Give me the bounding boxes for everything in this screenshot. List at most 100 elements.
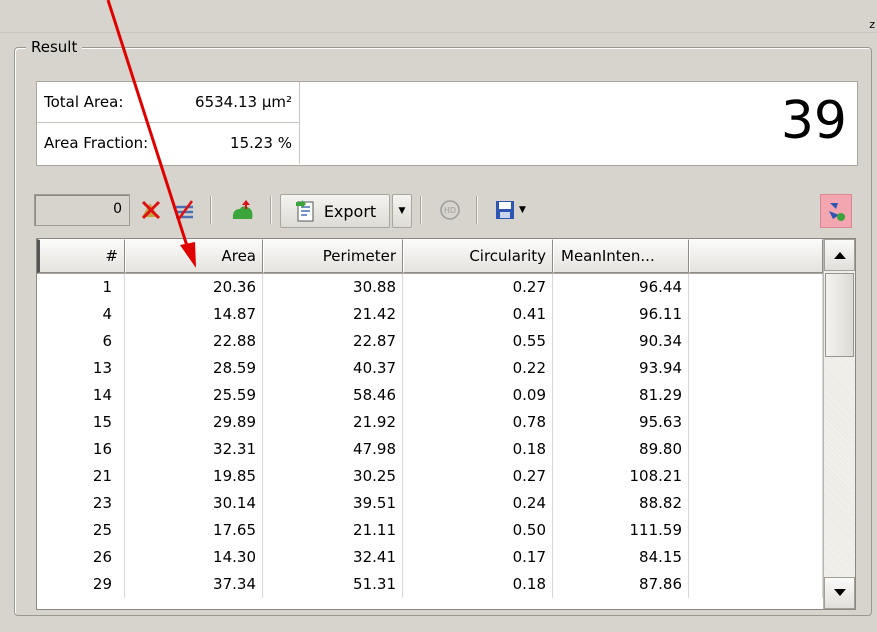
- mean-intensity-cell: 96.44: [553, 274, 689, 301]
- summary-box: Total Area: 6534.13 µm² Area Fraction: 1…: [36, 81, 858, 166]
- column-header-mean-intensity[interactable]: MeanInten...: [553, 239, 689, 273]
- circularity-cell: 0.22: [403, 355, 553, 382]
- circularity-cell: 0.18: [403, 436, 553, 463]
- svg-text:HD: HD: [444, 206, 456, 215]
- chevron-up-icon: [833, 252, 846, 259]
- index-cell: 15: [37, 409, 125, 436]
- perimeter-cell: 21.11: [263, 517, 403, 544]
- area-cell: 20.36: [125, 274, 263, 301]
- column-header-empty[interactable]: [689, 239, 823, 273]
- selection-counter: 0: [34, 194, 130, 226]
- table-row[interactable]: 21 19.85 30.25 0.27 108.21: [37, 463, 823, 490]
- hd-icon: HD: [440, 200, 460, 220]
- circularity-cell: 0.24: [403, 490, 553, 517]
- index-cell: 25: [37, 517, 125, 544]
- delete-selected-button[interactable]: [134, 194, 168, 226]
- circularity-cell: 0.78: [403, 409, 553, 436]
- index-cell: 14: [37, 382, 125, 409]
- scroll-up-button[interactable]: [824, 239, 855, 271]
- empty-cell: [689, 301, 823, 328]
- index-cell: 21: [37, 463, 125, 490]
- group-label: Result: [26, 38, 83, 56]
- export-button[interactable]: Export: [280, 194, 390, 228]
- circularity-cell: 0.55: [403, 328, 553, 355]
- export-icon: [295, 200, 314, 222]
- toolbar-separator: [476, 196, 478, 224]
- chevron-down-icon: ▼: [398, 206, 406, 216]
- table-row[interactable]: 15 29.89 21.92 0.78 95.63: [37, 409, 823, 436]
- table-row[interactable]: 26 14.30 32.41 0.17 84.15: [37, 544, 823, 571]
- scroll-down-button[interactable]: [824, 577, 855, 609]
- index-cell: 4: [37, 301, 125, 328]
- table-row[interactable]: 1 20.36 30.88 0.27 96.44: [37, 274, 823, 301]
- delete-all-icon: [176, 200, 194, 221]
- mean-intensity-cell: 95.63: [553, 409, 689, 436]
- circularity-cell: 0.17: [403, 544, 553, 571]
- table-row[interactable]: 25 17.65 21.11 0.50 111.59: [37, 517, 823, 544]
- total-area-value: 6534.13 µm²: [195, 93, 292, 111]
- export-dropdown-button[interactable]: ▼: [392, 194, 412, 228]
- circularity-cell: 0.41: [403, 301, 553, 328]
- chevron-down-icon: ▼: [519, 205, 526, 215]
- area-cell: 28.59: [125, 355, 263, 382]
- scroll-thumb[interactable]: [825, 273, 854, 357]
- toolbar-separator: [420, 196, 422, 224]
- vertical-scrollbar[interactable]: [823, 239, 855, 609]
- empty-cell: [689, 382, 823, 409]
- perimeter-cell: 30.25: [263, 463, 403, 490]
- column-header-perimeter[interactable]: Perimeter: [263, 239, 403, 273]
- empty-cell: [689, 409, 823, 436]
- toolbar-separator: [270, 196, 272, 224]
- save-button[interactable]: ▼: [486, 194, 534, 226]
- perimeter-cell: 22.87: [263, 328, 403, 355]
- area-cell: 22.88: [125, 328, 263, 355]
- empty-cell: [689, 517, 823, 544]
- table-row[interactable]: 14 25.59 58.46 0.09 81.29: [37, 382, 823, 409]
- table-row[interactable]: 16 32.31 47.98 0.18 89.80: [37, 436, 823, 463]
- delete-all-button[interactable]: [170, 194, 200, 226]
- empty-cell: [689, 328, 823, 355]
- selection-counter-value: 0: [113, 201, 122, 217]
- table-row[interactable]: 6 22.88 22.87 0.55 90.34: [37, 328, 823, 355]
- table-row[interactable]: 23 30.14 39.51 0.24 88.82: [37, 490, 823, 517]
- mean-intensity-cell: 84.15: [553, 544, 689, 571]
- results-table[interactable]: # Area Perimeter Circularity MeanInten..…: [36, 238, 856, 610]
- table-row[interactable]: 13 28.59 40.37 0.22 93.94: [37, 355, 823, 382]
- column-header-circularity[interactable]: Circularity: [403, 239, 553, 273]
- circularity-cell: 0.18: [403, 571, 553, 598]
- area-cell: 37.34: [125, 571, 263, 598]
- area-fraction-row: Area Fraction: 15.23 %: [37, 123, 300, 164]
- circularity-cell: 0.50: [403, 517, 553, 544]
- area-cell: 14.87: [125, 301, 263, 328]
- perimeter-cell: 32.41: [263, 544, 403, 571]
- mean-intensity-cell: 89.80: [553, 436, 689, 463]
- mean-intensity-cell: 96.11: [553, 301, 689, 328]
- table-row[interactable]: 29 37.34 51.31 0.18 87.86: [37, 571, 823, 598]
- area-cell: 29.89: [125, 409, 263, 436]
- export-label: Export: [323, 201, 377, 221]
- mean-intensity-cell: 90.34: [553, 328, 689, 355]
- column-header-area[interactable]: Area: [125, 239, 263, 273]
- add-button[interactable]: [226, 194, 260, 226]
- mean-intensity-cell: 111.59: [553, 517, 689, 544]
- total-area-row: Total Area: 6534.13 µm²: [37, 82, 300, 123]
- mean-intensity-cell: 81.29: [553, 382, 689, 409]
- mean-intensity-cell: 88.82: [553, 490, 689, 517]
- toolbar: 0 Export ▼ HD ▼: [34, 190, 854, 230]
- empty-cell: [689, 274, 823, 301]
- area-cell: 25.59: [125, 382, 263, 409]
- table-body: 1 20.36 30.88 0.27 96.44 4 14.87 21.42 0.41 96.1…: [37, 274, 823, 598]
- refresh-button[interactable]: [820, 194, 852, 228]
- column-header-index[interactable]: #: [37, 239, 125, 273]
- area-cell: 19.85: [125, 463, 263, 490]
- area-cell: 32.31: [125, 436, 263, 463]
- hd-button[interactable]: HD: [434, 194, 466, 226]
- area-fraction-value: 15.23 %: [230, 134, 292, 152]
- empty-cell: [689, 436, 823, 463]
- perimeter-cell: 47.98: [263, 436, 403, 463]
- perimeter-cell: 51.31: [263, 571, 403, 598]
- object-count-display: 39: [780, 91, 847, 151]
- table-row[interactable]: 4 14.87 21.42 0.41 96.11: [37, 301, 823, 328]
- total-area-label: Total Area:: [44, 93, 124, 111]
- corner-mark: z: [869, 18, 875, 31]
